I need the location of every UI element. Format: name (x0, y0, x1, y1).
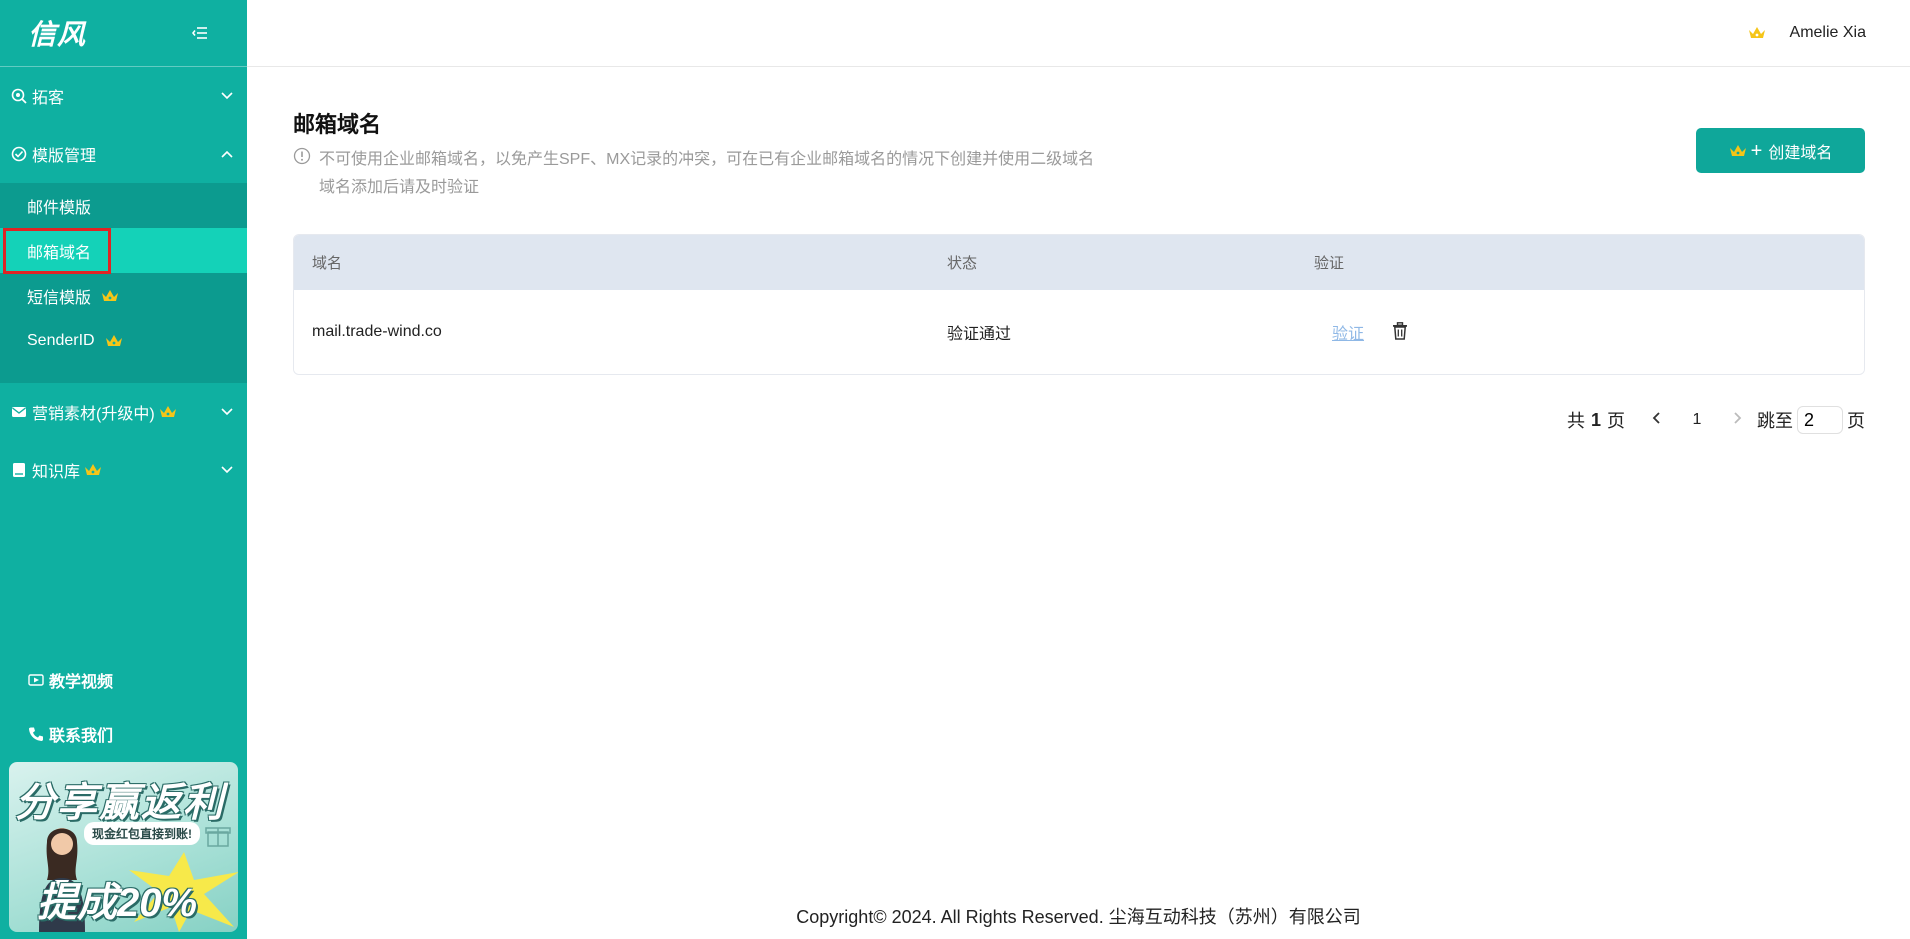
chevron-down-icon (219, 404, 235, 420)
tutorial-video-link[interactable]: 教学视频 (0, 653, 247, 707)
footer: Copyright© 2024. All Rights Reserved. 尘海… (796, 907, 1361, 927)
sidebar-group-label: 拓客 (32, 90, 65, 107)
promo-banner[interactable]: 分享赢返利 现金红包直接到账! 提成20% (9, 762, 238, 932)
jump-page-input[interactable] (1797, 406, 1843, 434)
contact-us-label: 联系我们 (49, 728, 114, 745)
sidebar-item-sms-template[interactable]: 短信模版 (0, 273, 247, 318)
verify-link[interactable]: 验证 (1332, 320, 1364, 344)
domain-cell: mail.trade-wind.co (312, 323, 442, 340)
table-row: mail.trade-wind.co 验证通过 验证 (294, 290, 1864, 374)
top-header: Amelie Xia (247, 0, 1910, 67)
page-title: 邮箱域名 (293, 112, 382, 137)
promo-title: 分享赢返利 (15, 781, 225, 825)
contact-us-link[interactable]: 联系我们 (0, 707, 247, 761)
crown-icon[interactable] (1748, 26, 1766, 40)
sidebar-group-label: 知识库 (32, 464, 81, 481)
crown-icon (101, 289, 119, 303)
template-submenu: 邮件模版 邮箱域名 短信模版 SenderID (0, 183, 247, 383)
col-header-domain: 域名 (312, 255, 343, 272)
sidebar-group-tuoke[interactable]: 拓客 (0, 67, 247, 125)
pagination-total-suffix: 页 (1607, 411, 1625, 431)
col-header-verify: 验证 (1314, 255, 1345, 272)
sidebar-group-label: 模版管理 (32, 148, 97, 165)
plus-icon: + (1750, 139, 1763, 162)
sidebar-group-knowledge[interactable]: 知识库 (0, 441, 247, 499)
check-circle-icon (10, 145, 28, 163)
notice-text: 不可使用企业邮箱域名，以免产生SPF、MX记录的冲突，可在已有企业邮箱域名的情况… (319, 146, 1094, 202)
pagination-total-pages: 1 (1590, 409, 1601, 430)
notice-line-2: 域名添加后请及时验证 (319, 179, 480, 196)
user-name[interactable]: Amelie Xia (1790, 24, 1866, 42)
sidebar-item-label: 邮件模版 (27, 199, 92, 217)
verify-cell: 验证 (1314, 320, 1864, 344)
chevron-down-icon (219, 88, 235, 104)
sidebar-item-label: SenderID (27, 331, 95, 349)
book-icon (10, 461, 28, 479)
sidebar-group-label-wrap: 营销素材(升级中) (32, 400, 219, 424)
jump-prefix: 跳至 (1757, 411, 1793, 431)
next-page-button[interactable] (1717, 411, 1757, 429)
sidebar-item-label: 短信模版 (27, 289, 92, 307)
sidebar-item-email-template[interactable]: 邮件模版 (0, 183, 247, 228)
sidebar-item-email-domain[interactable]: 邮箱域名 (0, 228, 247, 274)
create-domain-button[interactable]: + 创建域名 (1696, 128, 1865, 173)
tutorial-video-label: 教学视频 (49, 674, 114, 691)
trash-icon[interactable] (1392, 322, 1412, 342)
pagination-total-prefix: 共 (1566, 411, 1585, 431)
video-icon (27, 671, 45, 689)
info-icon (293, 147, 311, 165)
sidebar-group-label: 营销素材(升级中) (32, 406, 155, 423)
crown-icon (1729, 144, 1747, 158)
col-header-status: 状态 (947, 255, 978, 272)
logo: 信风 (28, 18, 87, 51)
promo-commission: 提成20% (37, 881, 198, 925)
sidebar: 信风 拓客 模版管理 邮件模版 邮箱域名 短信模版 SenderID 营销素材(… (0, 0, 247, 939)
mail-icon (10, 403, 28, 421)
chevron-up-icon (219, 146, 235, 162)
search-icon (10, 87, 28, 105)
create-domain-label: 创建域名 (1768, 144, 1833, 162)
sidebar-header: 信风 (0, 0, 247, 67)
sidebar-group-template[interactable]: 模版管理 (0, 125, 247, 183)
prev-page-button[interactable] (1637, 411, 1677, 429)
sidebar-item-label: 邮箱域名 (27, 244, 92, 262)
pagination: 共 1 页 1 跳至 页 (1567, 406, 1865, 434)
notice-line-1: 不可使用企业邮箱域名，以免产生SPF、MX记录的冲突，可在已有企业邮箱域名的情况… (319, 151, 1095, 168)
crown-icon (159, 405, 177, 419)
menu-collapse-icon[interactable] (189, 22, 211, 44)
sidebar-group-marketing[interactable]: 营销素材(升级中) (0, 383, 247, 441)
crown-icon (105, 334, 123, 348)
chevron-down-icon (219, 462, 235, 478)
notice: 不可使用企业邮箱域名，以免产生SPF、MX记录的冲突，可在已有企业邮箱域名的情况… (293, 146, 1094, 202)
table-header: 域名 状态 验证 (294, 235, 1864, 290)
crown-icon (84, 463, 102, 477)
sidebar-bottom-links: 教学视频 联系我们 (0, 653, 247, 761)
domain-table: 域名 状态 验证 mail.trade-wind.co 验证通过 验证 (293, 234, 1865, 375)
sidebar-group-label-wrap: 知识库 (32, 458, 219, 482)
phone-icon (27, 725, 45, 743)
promo-subtitle: 现金红包直接到账! (84, 822, 200, 845)
jump-suffix: 页 (1847, 411, 1865, 431)
status-cell: 验证通过 (947, 326, 1012, 343)
sidebar-item-senderid[interactable]: SenderID (0, 318, 247, 363)
page-number[interactable]: 1 (1677, 411, 1717, 429)
